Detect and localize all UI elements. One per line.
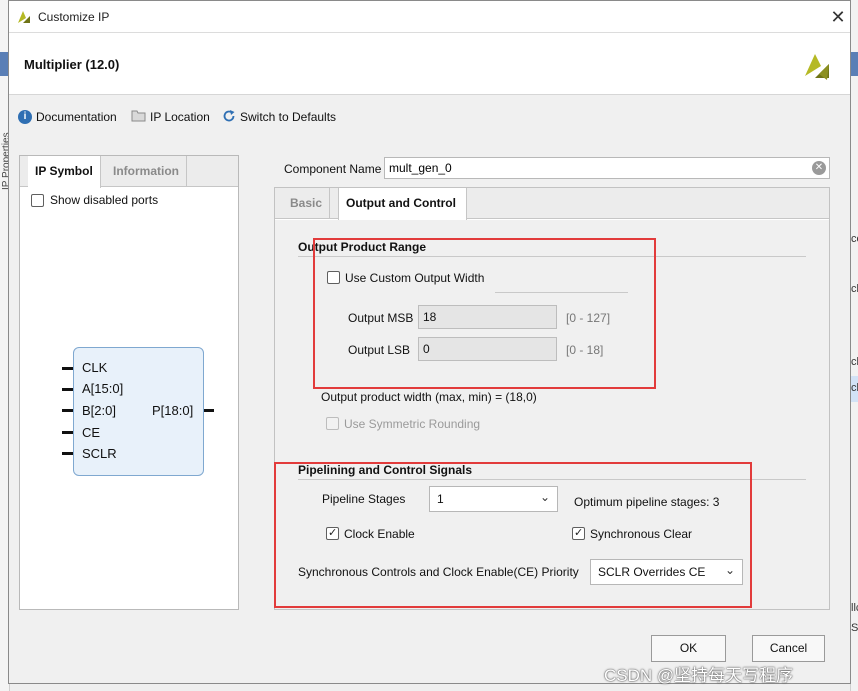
show-disabled-ports-label: Show disabled ports xyxy=(50,193,159,207)
tab-output-and-control[interactable]: Output and Control xyxy=(338,188,467,220)
background-right-fragment: clu xyxy=(851,283,858,295)
pin-label-ce: CE xyxy=(82,425,101,440)
tab-ip-symbol[interactable]: IP Symbol xyxy=(28,156,101,188)
documentation-button[interactable]: i Documentation xyxy=(18,108,117,126)
tab-information[interactable]: Information xyxy=(106,156,187,187)
pin-label-p: P[18:0] xyxy=(152,403,194,418)
component-name-input[interactable] xyxy=(384,157,830,179)
pin-label-clk: CLK xyxy=(82,360,108,375)
pin-line xyxy=(62,409,73,412)
highlight-box-pipelining xyxy=(274,462,752,608)
background-app-right xyxy=(850,0,858,691)
background-right-fragment: clu xyxy=(851,356,858,368)
documentation-label: Documentation xyxy=(36,110,117,124)
background-right-fragment: S xyxy=(851,622,858,634)
tab-basic[interactable]: Basic xyxy=(283,188,331,219)
close-icon[interactable]: ✕ xyxy=(827,6,849,28)
pin-label-a: A[15:0] xyxy=(82,381,124,396)
background-app-right-header xyxy=(851,52,858,76)
ip-location-button[interactable]: IP Location xyxy=(131,108,210,126)
pin-line xyxy=(62,452,73,455)
switch-to-defaults-button[interactable]: Switch to Defaults xyxy=(222,108,336,126)
xilinx-logo-icon xyxy=(801,50,833,85)
pin-label-b: B[2:0] xyxy=(82,403,116,418)
pin-line xyxy=(62,388,73,391)
info-icon: i xyxy=(18,110,32,124)
switch-to-defaults-label: Switch to Defaults xyxy=(240,110,337,124)
window-title: Customize IP xyxy=(38,10,110,24)
show-disabled-ports-checkbox[interactable] xyxy=(31,194,44,207)
background-right-fragment: clu xyxy=(851,382,858,394)
background-right-fragment: llc xyxy=(851,602,858,614)
pin-label-sclr: SCLR xyxy=(82,446,117,461)
pin-line xyxy=(62,367,73,370)
cancel-button[interactable]: Cancel xyxy=(752,635,825,662)
title-bar[interactable]: Customize IP ✕ xyxy=(9,1,850,33)
xilinx-logo-icon xyxy=(16,9,32,28)
csdn-watermark: CSDN @坚持每天写程序 xyxy=(604,666,794,685)
highlight-box-output-range xyxy=(313,238,656,389)
pin-line xyxy=(62,431,73,434)
ip-location-label: IP Location xyxy=(150,110,210,124)
refresh-icon xyxy=(222,109,236,126)
use-symmetric-rounding-checkbox[interactable] xyxy=(326,417,339,430)
component-name-label: Component Name xyxy=(284,162,382,176)
clear-icon[interactable]: ✕ xyxy=(812,161,826,175)
pin-line xyxy=(204,409,214,412)
background-right-fragment: ce xyxy=(851,233,858,245)
use-symmetric-rounding-label: Use Symmetric Rounding xyxy=(344,417,481,431)
folder-icon xyxy=(131,109,146,125)
dialog-header: Multiplier (12.0) xyxy=(9,33,850,95)
ip-title: Multiplier (12.0) xyxy=(24,57,120,72)
output-width-note: Output product width (max, min) = (18,0) xyxy=(321,390,537,404)
ok-button[interactable]: OK xyxy=(651,635,726,662)
